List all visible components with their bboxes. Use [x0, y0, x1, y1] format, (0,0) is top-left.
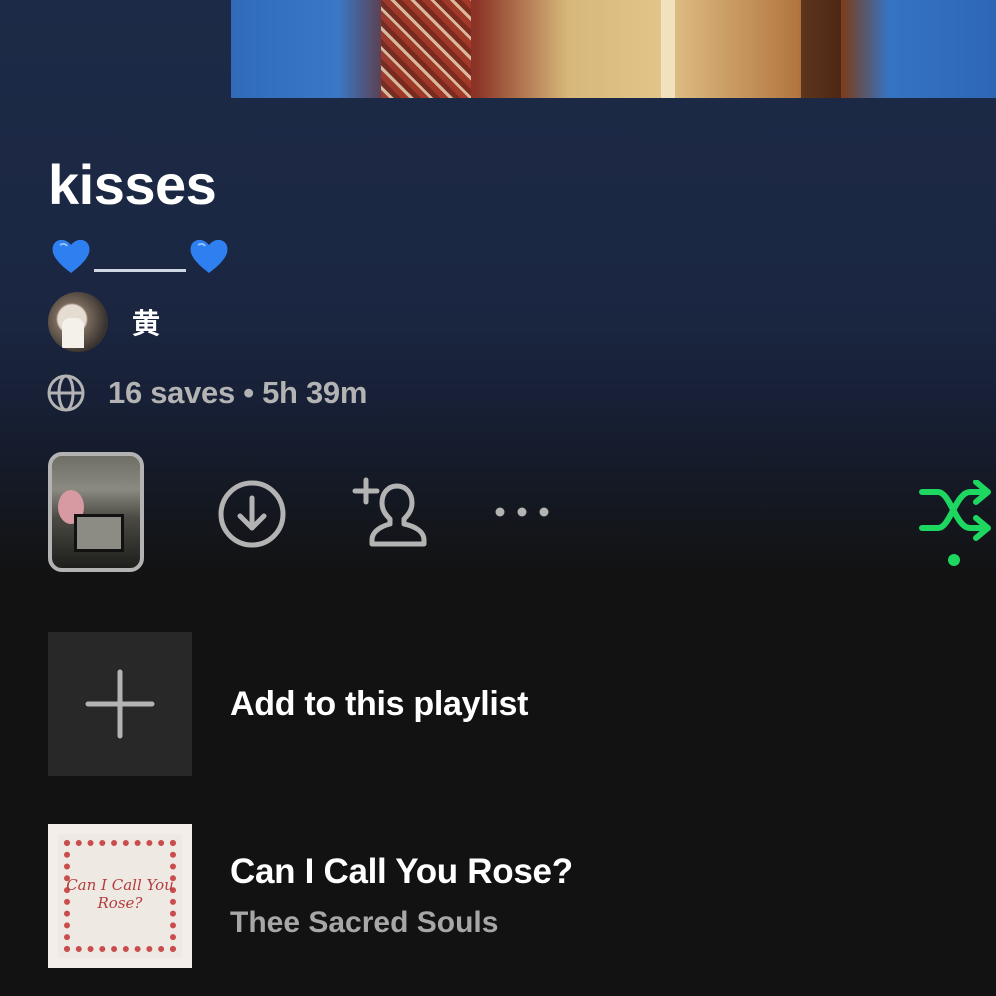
artwork-text: Can I Call You Rose?	[66, 876, 174, 912]
add-collaborator-button[interactable]	[352, 476, 432, 548]
action-bar	[0, 450, 996, 574]
track-artwork: Can I Call You Rose?	[48, 824, 192, 968]
playlist-owner[interactable]: 黄	[48, 292, 160, 352]
add-tile[interactable]	[48, 632, 192, 776]
shuffle-button[interactable]	[916, 480, 996, 568]
track-artist[interactable]: Thee Sacred Souls	[230, 906, 573, 940]
playlist-meta: 16 saves • 5h 39m	[46, 372, 367, 414]
plus-icon	[85, 669, 155, 739]
playlist-cover-image	[231, 0, 996, 98]
track-title: Can I Call You Rose?	[230, 852, 573, 891]
blue-heart-icon	[190, 239, 228, 273]
globe-icon	[47, 374, 85, 412]
owner-avatar[interactable]	[48, 292, 108, 352]
playlist-description	[50, 234, 230, 278]
thumbnail-detail	[74, 514, 124, 552]
cover-image-detail	[801, 0, 841, 98]
download-button[interactable]	[216, 478, 288, 550]
blue-heart-icon	[52, 239, 90, 273]
shuffle-active-dot	[948, 554, 960, 566]
playlist-screen: kisses 黄 16 saves • 5h 39m Add to this p…	[0, 0, 996, 996]
more-options-button[interactable]	[490, 494, 554, 530]
download-icon	[218, 480, 286, 548]
add-to-playlist-label[interactable]: Add to this playlist	[230, 685, 528, 724]
owner-name[interactable]: 黄	[132, 302, 160, 342]
description-underscore	[94, 268, 186, 272]
more-icon	[495, 507, 549, 517]
playlist-title: kisses	[48, 153, 217, 216]
playlist-preview-thumbnail[interactable]	[48, 452, 144, 572]
saves-and-duration: 16 saves • 5h 39m	[108, 375, 368, 410]
shuffle-icon	[919, 480, 991, 566]
add-collaborator-icon	[352, 477, 427, 547]
cover-image-detail	[661, 0, 675, 98]
add-to-playlist-row[interactable]: Add to this playlist	[48, 632, 996, 776]
track-row[interactable]: Can I Call You Rose? Can I Call You Rose…	[48, 824, 996, 968]
cover-image-detail	[381, 0, 471, 98]
track-info: Can I Call You Rose? Thee Sacred Souls	[230, 852, 573, 940]
